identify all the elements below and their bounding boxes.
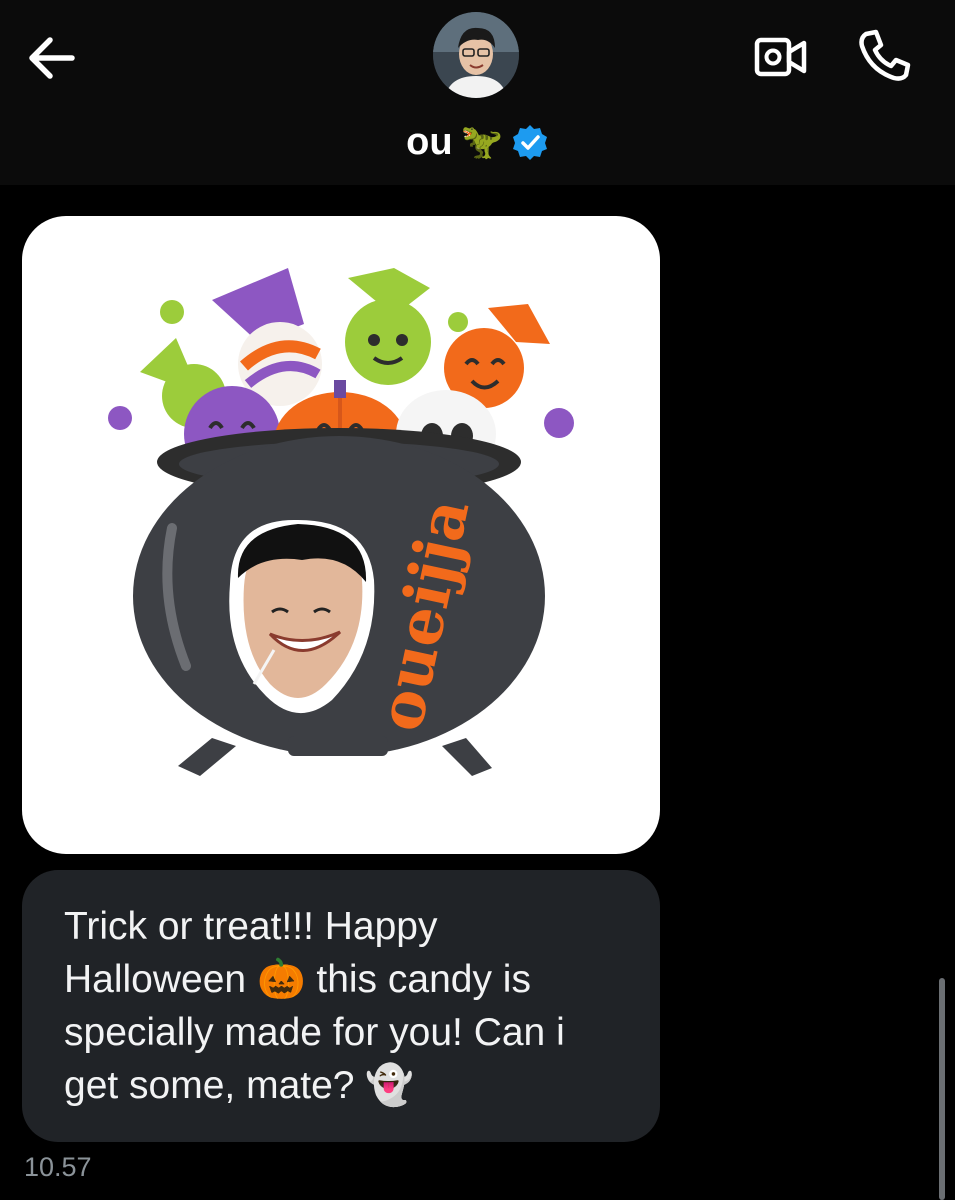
message-line: specially made for you! Can i [64,1011,565,1054]
video-call-button[interactable] [752,30,810,84]
avatar[interactable] [433,12,519,98]
back-arrow-icon [29,37,75,79]
message-bubble[interactable]: Trick or treat!!! Happy Halloween 🎃 this… [22,870,660,1142]
message-timestamp: 10.57 [24,1152,92,1182]
message-line: Halloween [64,958,247,1001]
pumpkin-emoji: 🎃 [256,958,306,1001]
message-line: Trick or treat!!! Happy [64,905,438,948]
green-skull-candy [345,268,431,385]
message-line: this candy is [316,958,531,1001]
phone-call-button[interactable] [854,26,914,86]
dinosaur-emoji: 🦖 [460,122,503,162]
contact-name: ou [406,120,453,163]
message-line: get some, mate? [64,1064,355,1107]
contact-title[interactable]: ou 🦖 [0,112,955,172]
sticker-image[interactable]: oueijja [22,216,660,854]
ghost-emoji: 👻 [365,1064,414,1107]
halloween-cauldron-sticker: oueijja [108,268,574,776]
purple-wrapped-candy [212,268,322,406]
back-button[interactable] [22,30,82,86]
chat-header: ou 🦖 [0,0,955,185]
message-text: Trick or treat!!! Happy Halloween 🎃 this… [64,900,620,1112]
phone-call-icon [859,29,911,81]
video-call-icon [754,37,807,77]
verified-badge-icon [512,125,547,160]
scrollbar[interactable] [939,978,945,1200]
